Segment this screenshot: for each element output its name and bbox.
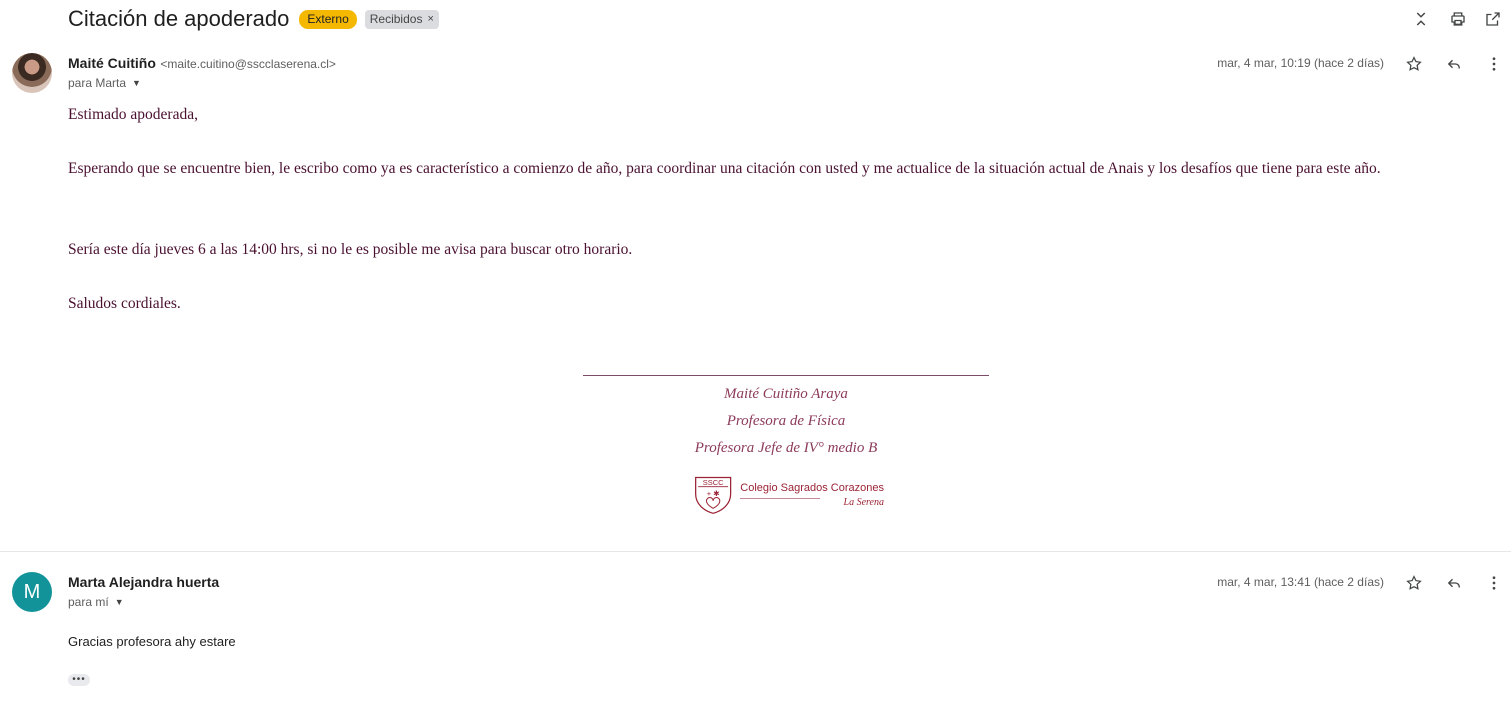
- svg-text:+ ✱: + ✱: [707, 489, 720, 498]
- logo-city: La Serena: [843, 497, 884, 508]
- recipient-details-toggle[interactable]: para Marta ▼: [68, 76, 141, 90]
- school-logo: SSCC + ✱ Colegio Sagrados Corazones La S…: [694, 472, 884, 518]
- chevron-down-icon[interactable]: ▼: [132, 78, 141, 88]
- open-in-new-window-icon[interactable]: [1482, 8, 1504, 30]
- email-paragraph: Esperando que se encuentre bien, le escr…: [68, 160, 1381, 177]
- subject-row: Citación de apoderado Externo Recibidos …: [68, 4, 439, 34]
- message-divider: [0, 551, 1511, 552]
- show-trimmed-content-button[interactable]: •••: [68, 674, 90, 686]
- avatar[interactable]: M: [12, 572, 52, 612]
- star-icon[interactable]: [1404, 54, 1424, 74]
- svg-text:SSCC: SSCC: [703, 478, 724, 487]
- more-options-icon[interactable]: [1484, 573, 1504, 593]
- sender-name[interactable]: Maité Cuitiño: [68, 55, 156, 71]
- label-externo: Externo: [299, 9, 357, 29]
- message-date: mar, 4 mar, 10:19 (hace 2 días): [1217, 56, 1384, 70]
- label-recibidos[interactable]: Recibidos ×: [364, 9, 439, 29]
- email-greeting: Estimado apoderada,: [68, 106, 198, 123]
- message1-sender: Maité Cuitiño <maite.cuitino@sscclaseren…: [68, 55, 336, 73]
- star-icon[interactable]: [1404, 573, 1424, 593]
- signature-name: Maité Cuitiño Araya: [724, 386, 848, 402]
- recipient-details-toggle[interactable]: para mí ▼: [68, 595, 124, 609]
- reply-icon[interactable]: [1444, 54, 1464, 74]
- recipient-label: para mí: [68, 595, 109, 609]
- sender-email: <maite.cuitino@sscclaserena.cl>: [160, 57, 336, 71]
- signature-role: Profesora Jefe de IV° medio B: [694, 440, 878, 456]
- remove-label-icon[interactable]: ×: [427, 13, 433, 26]
- email-closing: Saludos cordiales.: [68, 295, 181, 312]
- school-crest-icon: SSCC + ✱: [695, 476, 732, 514]
- signature-role: Profesora de Física: [726, 413, 846, 429]
- collapse-all-icon[interactable]: [1410, 8, 1432, 30]
- recipient-label: para Marta: [68, 76, 127, 90]
- avatar[interactable]: [12, 53, 52, 93]
- message-date: mar, 4 mar, 13:41 (hace 2 días): [1217, 575, 1384, 589]
- email-body: Gracias profesora ahy estare: [68, 634, 236, 649]
- chevron-down-icon[interactable]: ▼: [115, 597, 124, 607]
- more-options-icon[interactable]: [1484, 54, 1504, 74]
- label-recibidos-text: Recibidos: [369, 11, 423, 26]
- email-paragraph: Sería este día jueves 6 a las 14:00 hrs,…: [68, 241, 633, 258]
- logo-school-name: Colegio Sagrados Corazones: [740, 482, 884, 494]
- signature-divider: [583, 375, 989, 376]
- sender-name[interactable]: Marta Alejandra huerta: [68, 574, 219, 590]
- thread-subject: Citación de apoderado: [68, 6, 290, 31]
- reply-icon[interactable]: [1444, 573, 1464, 593]
- print-icon[interactable]: [1447, 8, 1469, 30]
